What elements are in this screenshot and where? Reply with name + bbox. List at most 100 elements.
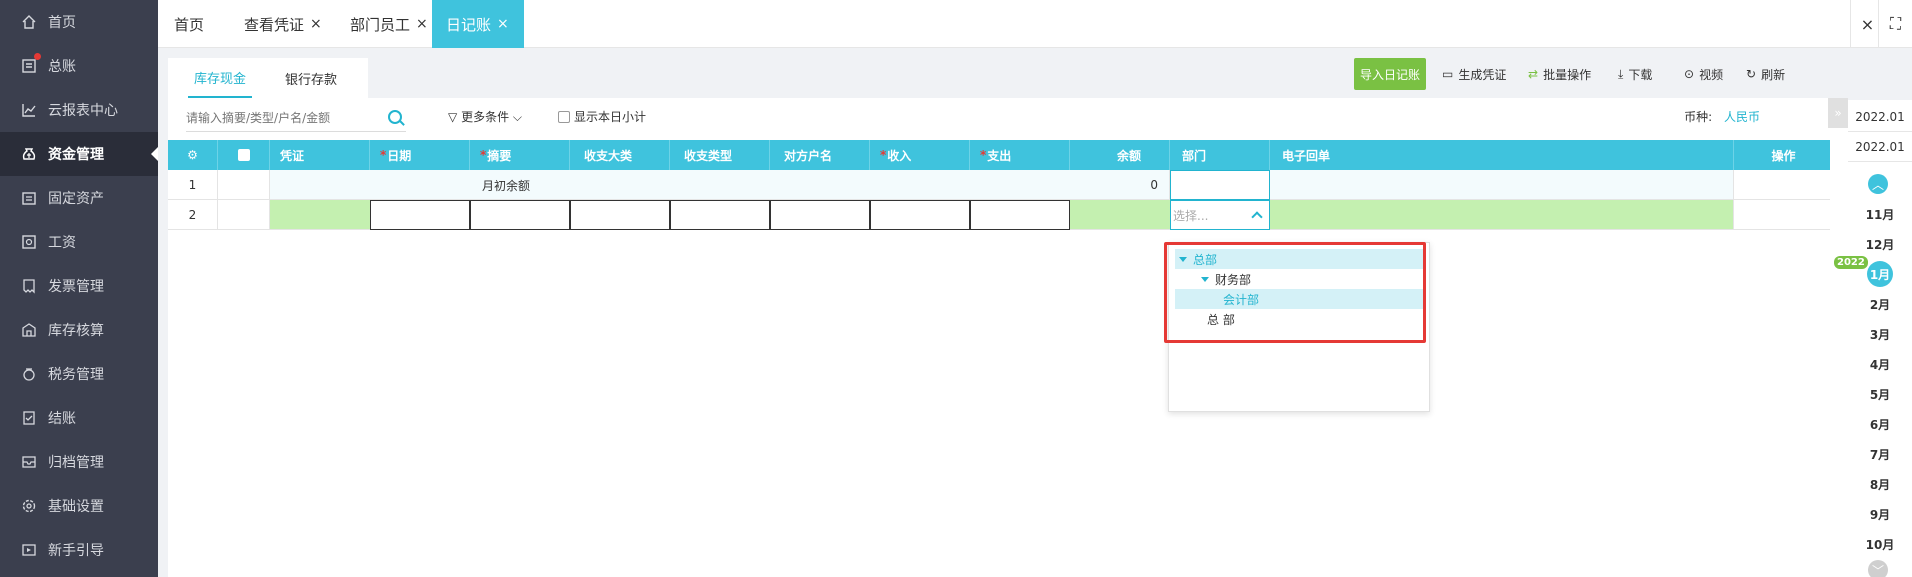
more-conditions-button[interactable]: ▽ 更多条件 ⌵ xyxy=(448,108,522,125)
refresh-button[interactable]: ↻ 刷新 xyxy=(1746,58,1785,90)
column-settings[interactable]: ⚙ xyxy=(168,140,218,170)
warehouse-icon xyxy=(20,321,38,339)
subtab-row: 库存现金 银行存款 导入日记账 ▭ 生成凭证 ⇄ 批量操作 ⤓ 下载 ⊙ 视频 … xyxy=(168,56,1830,98)
sidebar-item-invoice[interactable]: 发票管理 xyxy=(0,264,158,308)
search-icon[interactable] xyxy=(388,110,402,124)
sidebar-item-funds[interactable]: 资金管理 xyxy=(0,132,158,176)
batch-icon: ⇄ xyxy=(1528,67,1539,81)
month-item[interactable]: 8月 xyxy=(1848,469,1912,499)
sidebar-item-label: 归档管理 xyxy=(48,455,104,471)
collapse-icon[interactable]: » xyxy=(1828,98,1848,128)
search-input[interactable] xyxy=(186,104,406,132)
sidebar-item-label: 库存核算 xyxy=(48,323,104,339)
year-badge: 2022 xyxy=(1834,256,1868,269)
department-select[interactable]: 选择... xyxy=(1170,200,1270,230)
chevron-down-icon[interactable]: ﹀ xyxy=(1868,560,1888,577)
highlight-annotation xyxy=(1164,242,1426,343)
month-label: 1月 xyxy=(1867,261,1893,287)
play-icon: ⊙ xyxy=(1684,67,1695,81)
checkbox[interactable] xyxy=(558,110,570,123)
download-button[interactable]: ⤓ 下载 xyxy=(1618,58,1652,90)
row-select-cell xyxy=(218,170,270,200)
chevron-up-icon[interactable]: ︿ xyxy=(1868,174,1888,194)
month-item[interactable]: 7月 xyxy=(1848,439,1912,469)
button-label: 更多条件 xyxy=(461,110,510,124)
sidebar-item-label: 新手引导 xyxy=(48,543,104,559)
header-actions: 操作 xyxy=(1734,140,1834,170)
category-input[interactable] xyxy=(570,200,670,230)
month-item[interactable]: 12月 xyxy=(1848,229,1912,259)
row-select-cell xyxy=(218,200,270,230)
tab-home[interactable]: 首页 xyxy=(174,0,204,48)
month-item[interactable]: 3月 xyxy=(1848,319,1912,349)
close-icon[interactable]: × xyxy=(310,16,322,32)
fullscreen-button[interactable]: ⛶ xyxy=(1878,0,1912,48)
header-summary: * 摘要 xyxy=(470,140,570,170)
sidebar-item-archive[interactable]: 归档管理 xyxy=(0,440,158,484)
month-item[interactable]: 9月 xyxy=(1848,499,1912,529)
header-label: 日期 xyxy=(387,148,412,163)
subtab-bank[interactable]: 银行存款 xyxy=(285,58,337,98)
header-label: 摘要 xyxy=(487,148,512,163)
import-journal-button[interactable]: 导入日记账 xyxy=(1354,58,1426,90)
month-item[interactable]: 2月 xyxy=(1848,289,1912,319)
tab-label: 日记账 xyxy=(446,15,492,34)
counterparty-input[interactable] xyxy=(770,200,870,230)
sidebar-item-salary[interactable]: 工资 xyxy=(0,220,158,264)
summary-cell: 月初余额 xyxy=(482,178,531,193)
income-input[interactable] xyxy=(870,200,970,230)
sidebar-item-label: 发票管理 xyxy=(48,279,104,295)
expense-input[interactable] xyxy=(970,200,1070,230)
period-end[interactable]: 2022.01 xyxy=(1848,132,1912,162)
sidebar-item-ledger[interactable]: 总账 xyxy=(0,44,158,88)
tab-view-voucher[interactable]: 查看凭证 × xyxy=(244,0,322,48)
date-input[interactable] xyxy=(370,200,470,230)
currency-selector[interactable]: 币种: 人民币 xyxy=(1684,108,1760,125)
asset-icon xyxy=(20,189,38,207)
header-receipt: 电子回单 xyxy=(1270,140,1734,170)
header-expense: * 支出 xyxy=(970,140,1070,170)
generate-voucher-button[interactable]: ▭ 生成凭证 xyxy=(1442,58,1506,90)
sidebar-item-tax[interactable]: 税务管理 xyxy=(0,352,158,396)
sidebar-item-closing[interactable]: 结账 xyxy=(0,396,158,440)
department-cell[interactable] xyxy=(1170,170,1270,200)
header-label: 支出 xyxy=(987,148,1012,163)
close-icon[interactable]: × xyxy=(416,16,428,32)
summary-input[interactable] xyxy=(470,200,570,230)
sidebar-item-guide[interactable]: 新手引导 xyxy=(0,528,158,572)
header-voucher: 凭证 xyxy=(270,140,370,170)
month-item[interactable]: 10月 xyxy=(1848,529,1912,559)
voucher-icon: ▭ xyxy=(1442,67,1454,81)
tab-journal[interactable]: 日记账 × xyxy=(432,0,524,48)
tab-department-staff[interactable]: 部门员工 × xyxy=(350,0,428,48)
guide-icon xyxy=(20,541,38,559)
currency-value[interactable]: 人民币 xyxy=(1724,110,1760,124)
video-button[interactable]: ⊙ 视频 xyxy=(1684,58,1723,90)
money-bag-icon xyxy=(20,145,38,163)
sidebar-item-settings[interactable]: 基础设置 xyxy=(0,484,158,528)
balance-cell: 0 xyxy=(1150,178,1158,192)
period-start[interactable]: 2022.01 xyxy=(1848,102,1912,132)
daily-subtotal-toggle[interactable]: 显示本日小计 xyxy=(558,108,646,125)
type-input[interactable] xyxy=(670,200,770,230)
actions-cell xyxy=(1734,170,1834,200)
close-icon[interactable]: × xyxy=(497,16,509,32)
header-counterparty: 对方户名 xyxy=(770,140,870,170)
month-item[interactable]: 6月 xyxy=(1848,409,1912,439)
select-all-header[interactable] xyxy=(218,140,270,170)
batch-operation-button[interactable]: ⇄ 批量操作 xyxy=(1528,58,1591,90)
sidebar-item-label: 总账 xyxy=(48,59,76,75)
sidebar-item-inventory[interactable]: 库存核算 xyxy=(0,308,158,352)
sidebar-item-home[interactable]: 首页 xyxy=(0,0,158,44)
month-item[interactable]: 4月 xyxy=(1848,349,1912,379)
sidebar: 首页 总账 云报表中心 资金管理 固定资产 工资 发票管理 库存核算 税务管理 … xyxy=(0,0,158,577)
month-item[interactable]: 5月 xyxy=(1848,379,1912,409)
select-all-checkbox[interactable] xyxy=(237,149,250,161)
chevron-up-icon xyxy=(1251,211,1263,223)
salary-icon xyxy=(20,233,38,251)
subtab-cash[interactable]: 库存现金 xyxy=(188,58,253,98)
month-item[interactable]: 11月 xyxy=(1848,199,1912,229)
sidebar-item-reports[interactable]: 云报表中心 xyxy=(0,88,158,132)
select-placeholder: 选择... xyxy=(1173,208,1209,223)
sidebar-item-fixed-assets[interactable]: 固定资产 xyxy=(0,176,158,220)
